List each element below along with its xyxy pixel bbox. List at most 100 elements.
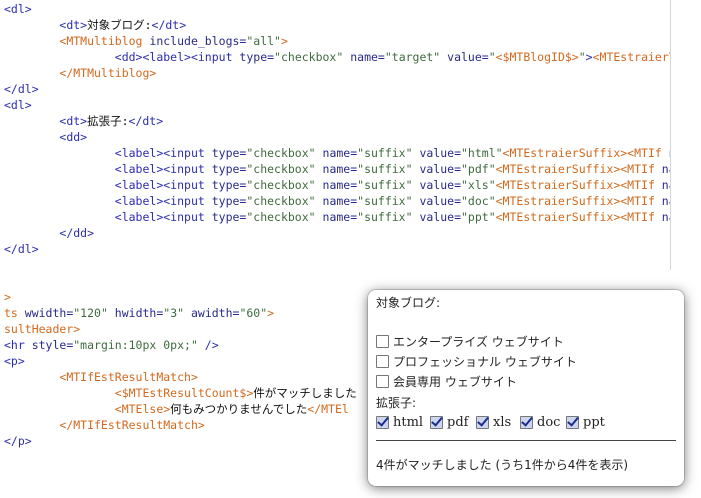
code-token: <label> (114, 162, 164, 176)
code-token: <MTMultiblog (59, 34, 143, 48)
code-line: <label><input type="checkbox" name="suff… (4, 177, 670, 193)
blog-checkbox[interactable] (376, 354, 389, 368)
code-token: </dl> (4, 82, 39, 96)
blog-option-enterprise[interactable]: エンタープライズ ウェブサイト (376, 332, 564, 350)
code-token: 拡張子: (87, 114, 129, 128)
code-token: name= (661, 162, 670, 176)
code-token: <MTEstraierTarget> (592, 50, 670, 64)
code-token: "all" (246, 34, 281, 48)
code-token: name= (315, 162, 358, 176)
code-line: </dl> (4, 81, 39, 97)
code-token: type= (232, 50, 275, 64)
code-token: "checkbox" (246, 162, 316, 176)
code-line: <label><input type="checkbox" name="suff… (4, 145, 670, 161)
code-line: <label><input type="checkbox" name="suff… (4, 209, 670, 225)
code-line: sultHeader> (4, 321, 80, 337)
code-token: value= (412, 146, 461, 160)
code-token: <MTIf (620, 194, 655, 208)
code-token: "suffix" (357, 146, 413, 160)
code-token: <MTIf (620, 162, 655, 176)
blog-option-members[interactable]: 会員専用 ウェブサイト (376, 372, 517, 390)
code-token: "doc" (461, 194, 496, 208)
code-line: <hr style="margin:10px 0px;" /> (4, 337, 219, 353)
code-token: " (488, 50, 496, 64)
code-token: name= (343, 50, 385, 64)
code-token: name= (662, 146, 670, 160)
code-token: <$MTBlogID$> (495, 50, 579, 64)
code-token: <label> (114, 210, 164, 224)
code-token: hwidth= (107, 306, 164, 320)
suffix-label: xls (493, 415, 512, 430)
code-token: wwidth= (17, 306, 74, 320)
code-token: name= (661, 178, 670, 192)
suffix-option-html[interactable]: html (376, 415, 423, 430)
suffix-label: pdf (447, 415, 469, 430)
code-token: "suffix" (357, 194, 413, 208)
suffix-checkbox[interactable] (376, 416, 389, 429)
code-token: "target" (384, 50, 441, 64)
suffix-option-ppt[interactable]: ppt (566, 415, 605, 430)
code-token: type= (204, 162, 247, 176)
code-line: <dt>対象ブログ:</dt> (4, 17, 186, 33)
code-line: ts wwidth="120" hwidth="3" awidth="60"> (4, 305, 274, 321)
code-token: </MTMultiblog> (59, 66, 157, 80)
code-token: 件がマッチしました (253, 386, 357, 400)
suffix-checkbox[interactable] (476, 416, 489, 429)
code-token: <MTEstraierSuffix> (495, 194, 621, 208)
code-token: <label> (114, 178, 164, 192)
code-token: name= (315, 194, 358, 208)
code-token: awidth= (184, 306, 240, 320)
code-token: </dt> (128, 114, 164, 128)
blog-checkbox[interactable] (376, 374, 389, 388)
code-token: </p> (4, 434, 32, 448)
code-token: ts (4, 306, 18, 320)
code-token: "checkbox" (246, 146, 316, 160)
code-token: "checkbox" (274, 50, 344, 64)
code-line: <MTIfEstResultMatch> (4, 369, 197, 385)
code-token: <dd> (114, 50, 143, 64)
code-token: type= (204, 194, 247, 208)
code-token: <$MTEstResultCount$> (114, 386, 254, 400)
code-token: type= (204, 178, 247, 192)
code-token: <input (163, 146, 205, 160)
code-line: <dl> (4, 1, 32, 17)
code-token: <input (190, 50, 233, 64)
code-token: </dt> (151, 18, 187, 32)
code-token: > (280, 34, 288, 48)
code-token: "120" (73, 306, 108, 320)
suffix-option-pdf[interactable]: pdf (430, 415, 468, 430)
suffix-checkbox[interactable] (430, 416, 443, 429)
code-token: type= (204, 146, 247, 160)
code-line: <p> (4, 353, 25, 369)
code-line: <dt>拡張子:</dt> (4, 113, 163, 129)
blog-checkbox[interactable] (376, 334, 389, 348)
code-token: /> (197, 338, 219, 352)
code-token: value= (440, 50, 489, 64)
suffix-heading: 拡張子: (376, 395, 417, 410)
code-token: <dt> (59, 114, 88, 128)
code-token: "ppt" (461, 210, 496, 224)
code-token: <MTEstraierSuffix> (495, 210, 621, 224)
suffix-label: ppt (583, 415, 605, 430)
suffix-option-xls[interactable]: xls (476, 415, 511, 430)
code-token: </MTEl (307, 402, 349, 416)
code-token: value= (412, 178, 461, 192)
code-token: </dd> (59, 226, 95, 240)
code-token: "3" (163, 306, 185, 320)
suffix-checkbox[interactable] (520, 416, 533, 429)
suffix-label: doc (537, 415, 561, 430)
code-line: > (4, 289, 11, 305)
blog-option-professional[interactable]: プロフェッショナル ウェブサイト (376, 352, 577, 370)
code-token: name= (315, 178, 358, 192)
suffix-checkbox[interactable] (566, 416, 579, 429)
suffix-label: html (393, 415, 424, 430)
suffix-option-doc[interactable]: doc (520, 415, 560, 430)
code-token: value= (412, 210, 461, 224)
